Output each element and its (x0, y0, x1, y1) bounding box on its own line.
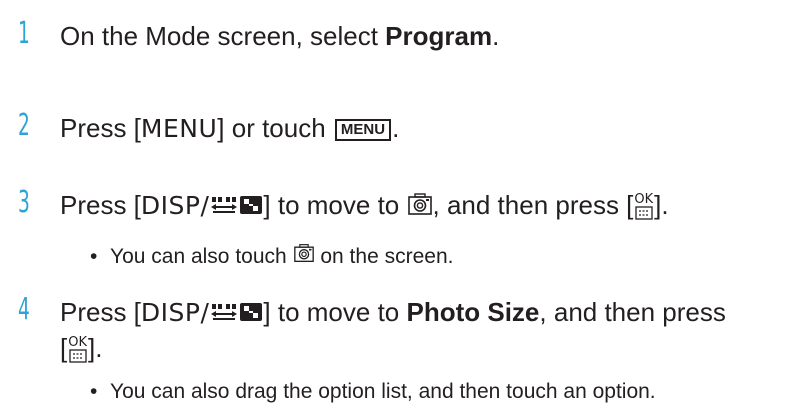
step-text: Press [DISP/] to move to , and then pres… (60, 188, 669, 224)
dpad-icon (209, 297, 239, 331)
ok-button-icon: OK (68, 336, 87, 363)
camera-icon (293, 243, 315, 271)
disp-key: DISP/ (140, 191, 210, 220)
step-number: 2 (18, 108, 30, 143)
step-text-line2: [OK]. (60, 333, 103, 363)
menu-key: MENU (140, 114, 218, 143)
ok-button-icon: OK (634, 193, 653, 220)
grid-icon (239, 190, 263, 224)
step-text: On the Mode screen, select Program. (60, 21, 500, 51)
grid-icon (239, 297, 263, 331)
camera-icon (407, 190, 433, 224)
step-text: Press [DISP/] to move to Photo Size, and… (60, 295, 726, 331)
note-text: • You can also drag the option list, and … (90, 380, 656, 403)
step-number: 3 (18, 185, 30, 220)
disp-key: DISP/ (140, 298, 210, 327)
mode-name: Program (385, 21, 493, 51)
menu-item-name: Photo Size (406, 297, 540, 327)
step-number: 1 (18, 16, 30, 51)
note-text: • You can also touch on the screen. (90, 243, 453, 271)
menu-button-icon: MENU (334, 119, 392, 141)
dpad-icon (209, 190, 239, 224)
step-number: 4 (18, 292, 30, 327)
step-text: Press [MENU] or touch MENU. (60, 113, 400, 143)
